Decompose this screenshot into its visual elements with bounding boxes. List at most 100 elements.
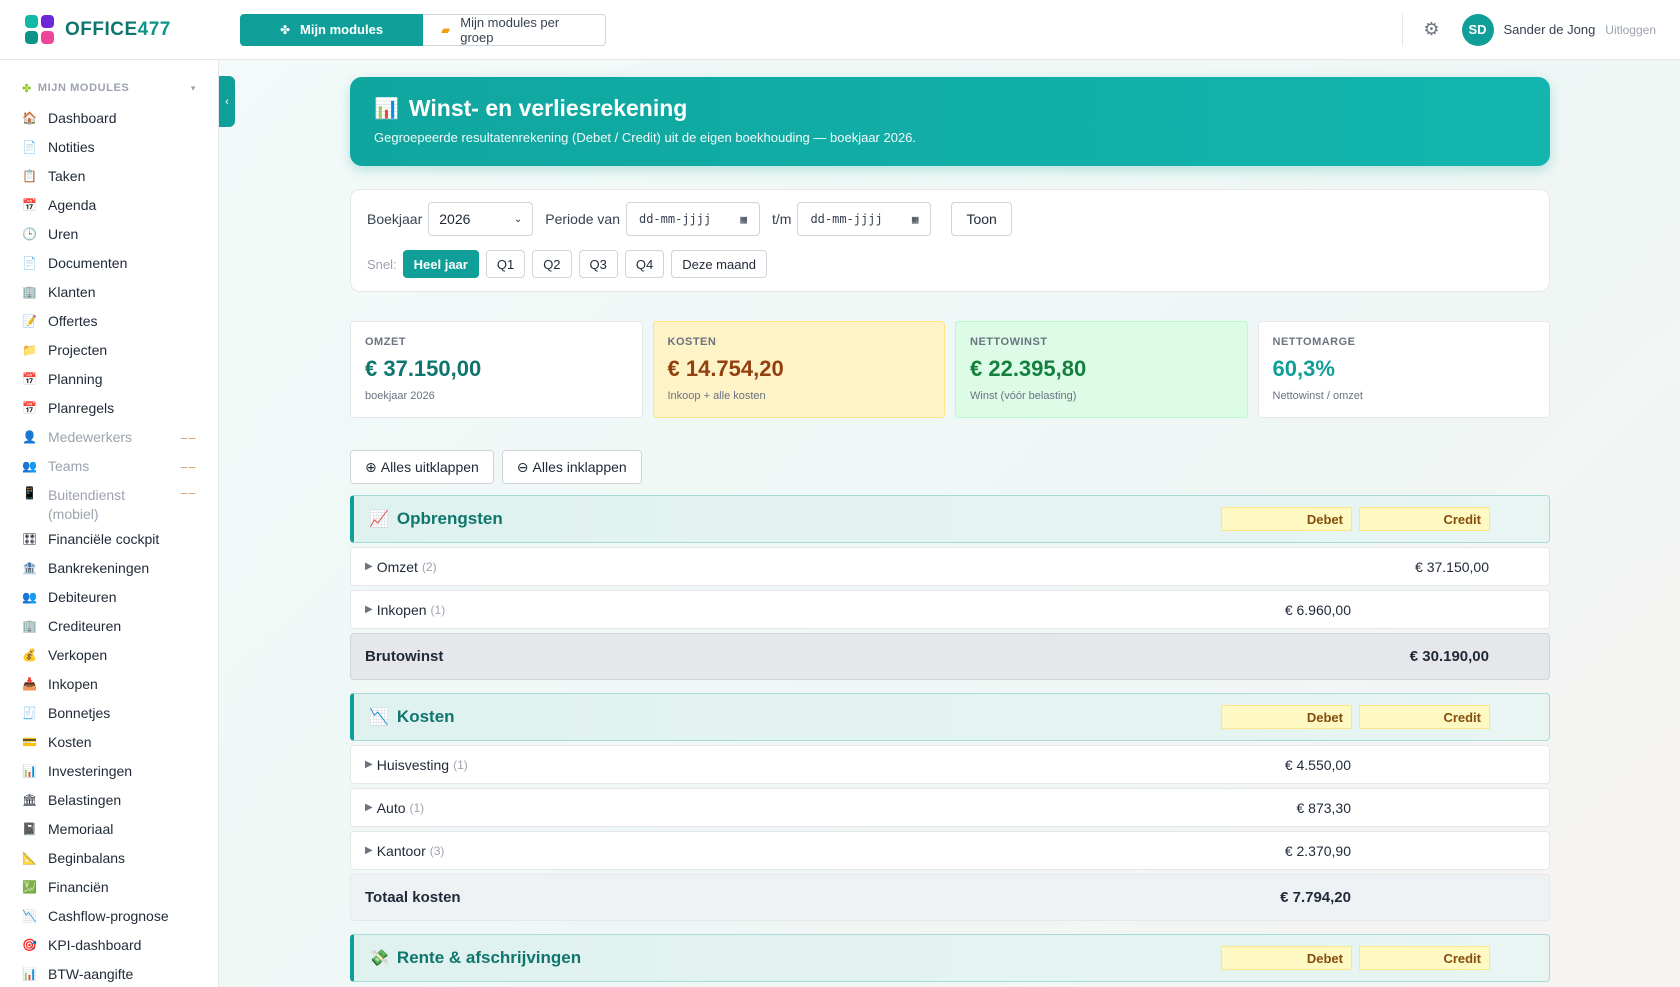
puzzle-icon: ✤ <box>22 82 32 95</box>
sidebar-item-offertes[interactable]: 📝 Offertes <box>0 306 218 335</box>
sidebar-item-notities[interactable]: 📄 Notities <box>0 132 218 161</box>
tab-mijn-modules[interactable]: ✤ Mijn modules <box>240 13 423 46</box>
sidebar-item-agenda[interactable]: 📅 Agenda <box>0 190 218 219</box>
sidebar-item-planning[interactable]: 📅 Planning <box>0 364 218 393</box>
section-title: 📉 Kosten <box>369 707 455 727</box>
sidebar-item-label: Belastingen <box>48 791 122 808</box>
sidebar-item-taken[interactable]: 📋 Taken <box>0 161 218 190</box>
sidebar-item-label: Planning <box>48 370 103 387</box>
boekjaar-label: Boekjaar <box>367 211 423 227</box>
puzzle-icon: ✤ <box>279 22 290 37</box>
sidebar-item-planregels[interactable]: 📅 Planregels <box>0 393 218 422</box>
table-row[interactable]: ▶ Omzet (2) € 37.150,00 <box>350 547 1550 586</box>
subtotal-credit: € 30.190,00 <box>1409 648 1489 665</box>
sidebar-item-dashboard[interactable]: 🏠 Dashboard <box>0 103 218 132</box>
section-title: 💸 Rente & afschrijvingen <box>369 948 581 968</box>
date-to-input[interactable]: dd-mm-jjjj ▦ <box>797 202 932 236</box>
credit-column-header: Credit <box>1359 507 1490 531</box>
tab-label: Mijn modules per groep <box>460 14 560 45</box>
quick-q2-button[interactable]: Q2 <box>532 250 572 278</box>
sidebar-item-documenten[interactable]: 📄 Documenten <box>0 248 218 277</box>
sidebar-item-bankrekeningen[interactable]: 🏦 Bankrekeningen <box>0 553 218 582</box>
module-icon: 💳 <box>22 734 37 749</box>
sidebar-list: 🏠 Dashboard 📄 Notities 📋 Taken 📅 Agenda 🕒 Uren 📄 Do… <box>0 103 218 987</box>
section-rente-afschrijvingen[interactable]: 💸 Rente & afschrijvingen Debet Credit <box>350 934 1550 982</box>
table-row[interactable]: ▶ Kantoor (3) € 2.370,90 <box>350 831 1550 870</box>
module-icon: 💰 <box>22 647 37 662</box>
module-icon: 💹 <box>22 879 37 894</box>
sidebar-item-label: Bankrekeningen <box>48 559 150 576</box>
table-row[interactable]: ▶ Auto (1) € 873,30 <box>350 788 1550 827</box>
tab-mijn-modules-per-groep[interactable]: ▰ Mijn modules per groep <box>423 13 606 46</box>
section-opbrengsten[interactable]: 📈 Opbrengsten Debet Credit <box>350 495 1550 543</box>
sidebar-item-label: Projecten <box>48 341 108 358</box>
main-content: 📊 Winst- en verliesrekening Gegroepeerde… <box>350 77 1550 982</box>
sidebar-item-bonnetjes[interactable]: 🧾 Bonnetjes <box>0 698 218 727</box>
tab-label: Mijn modules <box>300 22 384 37</box>
sidebar-item-label: KPI-dashboard <box>48 936 142 953</box>
sidebar-item-label: Offertes <box>48 312 98 329</box>
sidebar-item-kpi-dashboard[interactable]: 🎯 KPI-dashboard <box>0 930 218 959</box>
expand-all-button[interactable]: ⊕ Alles uitklappen <box>350 450 494 484</box>
row-count: (1) <box>453 757 468 772</box>
sidebar-item-label: Financiën <box>48 878 109 895</box>
sidebar-item-label: Inkopen <box>48 675 98 692</box>
sidebar-item-debiteuren[interactable]: 👥 Debiteuren <box>0 582 218 611</box>
module-icon: 📅 <box>22 400 37 415</box>
row-label: Huisvesting <box>376 756 450 773</box>
sidebar-item-beginbalans[interactable]: 📐 Beginbalans <box>0 843 218 872</box>
quick-heel-jaar-button[interactable]: Heel jaar <box>402 250 479 278</box>
sidebar-item-projecten[interactable]: 📁 Projecten <box>0 335 218 364</box>
sidebar-item-memoriaal[interactable]: 📓 Memoriaal <box>0 814 218 843</box>
sidebar-item-belastingen[interactable]: 🏛 Belastingen <box>0 785 218 814</box>
sidebar-item-buitendienst-mobiel[interactable]: 📱 Buitendienst (mobiel) ⚊⚊ <box>0 480 218 524</box>
module-icon: 📅 <box>22 371 37 386</box>
sidebar-item-investeringen[interactable]: 📊 Investeringen <box>0 756 218 785</box>
boekjaar-select[interactable]: 2026 ⌄ <box>428 202 534 236</box>
calendar-icon[interactable]: ▦ <box>740 213 747 226</box>
logout-link[interactable]: Uitloggen <box>1605 23 1656 37</box>
section-title: 📈 Opbrengsten <box>369 509 503 529</box>
plus-circle-icon: ⊕ <box>365 458 377 475</box>
collapse-all-button[interactable]: ⊖ Alles inklappen <box>501 450 642 484</box>
quick-q4-button[interactable]: Q4 <box>624 250 665 278</box>
sidebar-item-uren[interactable]: 🕒 Uren <box>0 219 218 248</box>
sidebar-item-btw-aangifte[interactable]: 📊 BTW-aangifte <box>0 959 218 987</box>
sidebar-item-inkopen[interactable]: 📥 Inkopen <box>0 669 218 698</box>
section-kosten[interactable]: 📉 Kosten Debet Credit <box>350 693 1550 741</box>
chevron-down-icon: ⌄ <box>513 213 523 225</box>
sidebar-item-teams[interactable]: 👥 Teams ⚊⚊ <box>0 451 218 480</box>
avatar[interactable]: SD <box>1461 13 1494 46</box>
calendar-icon[interactable]: ▦ <box>912 213 919 226</box>
sidebar-item-klanten[interactable]: 🏢 Klanten <box>0 277 218 306</box>
sidebar-item-kosten[interactable]: 💳 Kosten <box>0 727 218 756</box>
sidebar-item-cashflow-prognose[interactable]: 📉 Cashflow-prognose <box>0 901 218 930</box>
quick-q1-button[interactable]: Q1 <box>485 250 526 278</box>
sidebar-item-crediteuren[interactable]: 🏢 Crediteuren <box>0 611 218 640</box>
table-row[interactable]: ▶ Huisvesting (1) € 4.550,00 <box>350 745 1550 784</box>
page-subtitle: Gegroepeerde resultatenrekening (Debet /… <box>374 130 917 145</box>
sidebar-item-financi-n[interactable]: 💹 Financiën <box>0 872 218 901</box>
sidebar-item-label: Cashflow-prognose <box>48 907 169 924</box>
toon-button[interactable]: Toon <box>951 202 1012 236</box>
logo[interactable]: OFFICE477 <box>25 14 215 45</box>
table-row[interactable]: ▶ Inkopen (1) € 6.960,00 <box>350 590 1550 629</box>
row-debet: € 6.960,00 <box>1284 601 1351 618</box>
expand-arrow-icon: ▶ <box>365 759 373 770</box>
row-debet: € 873,30 <box>1296 799 1352 816</box>
date-from-input[interactable]: dd-mm-jjjj ▦ <box>625 202 760 236</box>
sidebar-item-financi-le-cockpit[interactable]: 🎛 Financiële cockpit <box>0 524 218 553</box>
sidebar-heading[interactable]: ✤ MIJN MODULES ▾ <box>0 73 218 103</box>
locked-badge-icon: ⚊⚊ <box>179 431 196 441</box>
sidebar-collapse-button[interactable]: ‹ <box>219 76 235 127</box>
sidebar-item-medewerkers[interactable]: 👤 Medewerkers ⚊⚊ <box>0 422 218 451</box>
user-area: ⚙ SD Sander de Jong Uitloggen <box>1402 0 1680 59</box>
row-label: Kantoor <box>376 842 426 859</box>
quick-q3-button[interactable]: Q3 <box>578 250 618 278</box>
filter-panel: Boekjaar 2026 ⌄ Periode van dd-mm-jjjj ▦… <box>350 189 1550 292</box>
money-icon: 💸 <box>369 950 389 967</box>
quick-deze-maand-button[interactable]: Deze maand <box>671 250 767 278</box>
gear-icon[interactable]: ⚙ <box>1423 19 1439 40</box>
sidebar-item-verkopen[interactable]: 💰 Verkopen <box>0 640 218 669</box>
module-icon: 📁 <box>22 342 37 357</box>
